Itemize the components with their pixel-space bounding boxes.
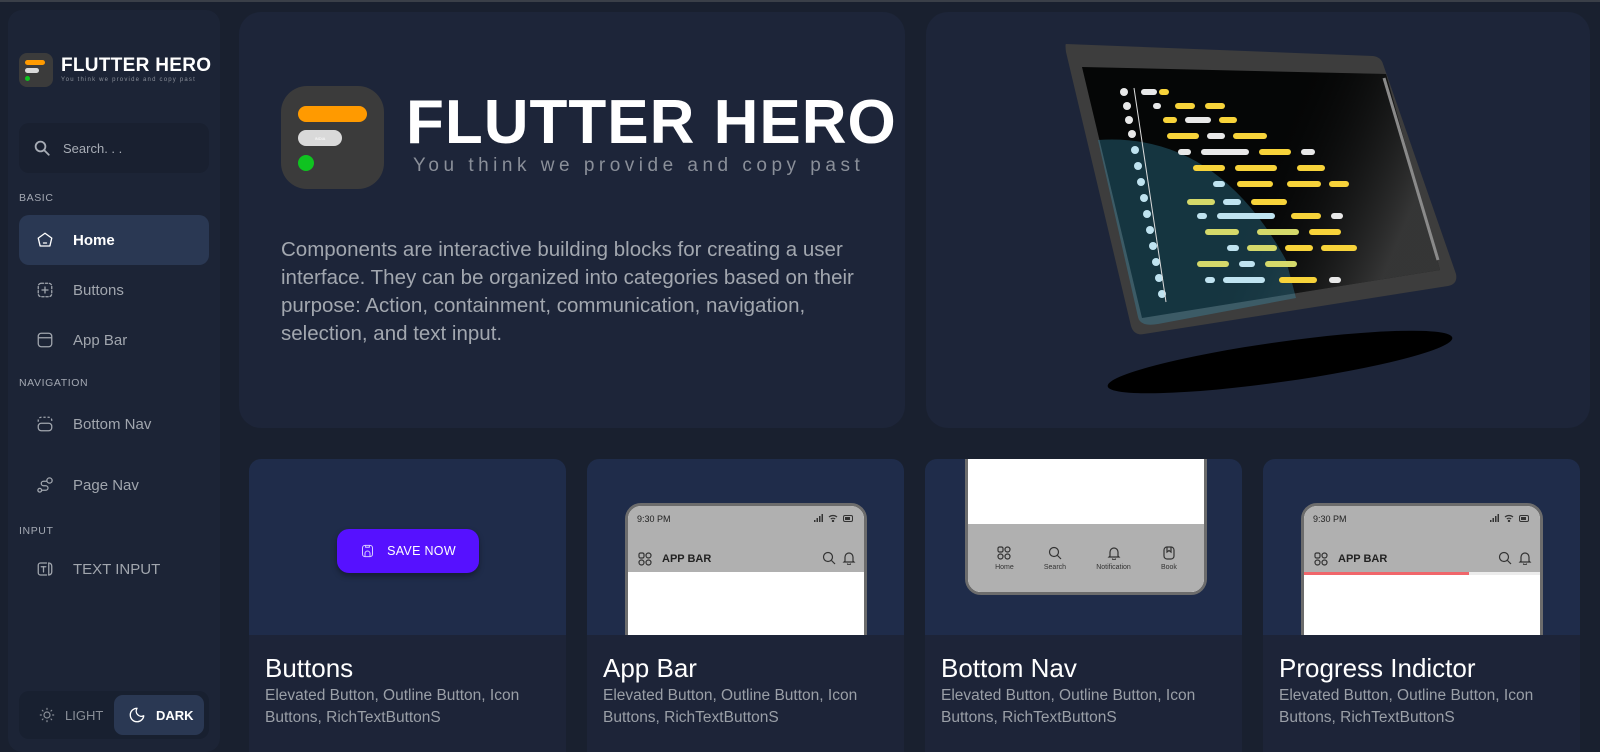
bottom-nav-item-search[interactable]: Search bbox=[1044, 546, 1066, 571]
search-icon bbox=[1048, 546, 1062, 559]
signal-icon bbox=[814, 514, 823, 522]
apps-icon bbox=[997, 545, 1012, 560]
search-icon bbox=[34, 140, 50, 156]
hero-illustration-panel bbox=[926, 12, 1590, 428]
card-title: Bottom Nav bbox=[941, 653, 1077, 683]
theme-light-button[interactable]: LIGHT bbox=[25, 695, 115, 735]
sidebar-item-app-bar[interactable]: App Bar bbox=[19, 315, 209, 365]
sidebar-item-label: Page Nav bbox=[73, 476, 139, 494]
sidebar-item-text-input[interactable]: TEXT INPUT bbox=[19, 544, 209, 594]
appbar-title: APP BAR bbox=[1338, 553, 1388, 565]
bottom-nav-label: Book bbox=[1160, 563, 1177, 571]
sidebar-item-label: Bottom Nav bbox=[73, 415, 152, 433]
save-icon bbox=[362, 544, 374, 558]
bottom-nav-item-home[interactable]: Home bbox=[995, 545, 1014, 571]
sidebar: FLUTTER HERO You think we provide and co… bbox=[8, 10, 220, 752]
apps-icon bbox=[1314, 552, 1328, 566]
section-label-basic: BASIC bbox=[19, 192, 54, 204]
brand-tagline: You think we provide and copy past bbox=[61, 77, 196, 83]
component-card-buttons[interactable]: SAVE NOW Buttons Elevated Button, Outlin… bbox=[249, 459, 566, 752]
card-description: Elevated Button, Outline Button, Icon Bu… bbox=[265, 687, 520, 726]
sidebar-item-label: TEXT INPUT bbox=[73, 560, 161, 578]
bottom-nav-label: Notification bbox=[1096, 563, 1131, 571]
progress-bar bbox=[1304, 572, 1540, 575]
window-top-border bbox=[0, 0, 1600, 2]
wifi-icon bbox=[1504, 514, 1514, 522]
card-title: App Bar bbox=[603, 653, 697, 683]
save-now-label: SAVE NOW bbox=[387, 544, 456, 558]
battery-icon bbox=[1519, 514, 1529, 522]
search-input[interactable] bbox=[63, 140, 193, 156]
app-logo bbox=[19, 53, 53, 87]
status-time: 9:30 PM bbox=[1313, 514, 1347, 524]
sidebar-item-bottom-nav[interactable]: Bottom Nav bbox=[19, 399, 209, 449]
moon-icon bbox=[129, 707, 145, 723]
phone-mockup: Home Search Notification Book bbox=[965, 459, 1207, 595]
phone-mockup: 9:30 PM APP BAR bbox=[1301, 503, 1543, 635]
component-card-progress-indicator[interactable]: 9:30 PM APP BAR Progress Indictor Elevat… bbox=[1263, 459, 1580, 752]
card-preview: 9:30 PM APP BAR bbox=[587, 459, 904, 635]
wifi-icon bbox=[828, 514, 838, 522]
bottom-nav-icon bbox=[35, 414, 55, 434]
sidebar-item-buttons[interactable]: Buttons bbox=[19, 265, 209, 315]
logo-badge: INDIA bbox=[298, 130, 342, 146]
card-preview: Home Search Notification Book bbox=[925, 459, 1242, 635]
section-label-input: INPUT bbox=[19, 525, 54, 537]
sidebar-item-label: App Bar bbox=[73, 331, 128, 349]
bottom-nav-label: Search bbox=[1043, 563, 1067, 571]
phone-mockup: 9:30 PM APP BAR bbox=[625, 503, 867, 635]
sidebar-item-page-nav[interactable]: Page Nav bbox=[19, 460, 209, 510]
brand[interactable]: FLUTTER HERO You think we provide and co… bbox=[19, 53, 211, 87]
search-icon[interactable] bbox=[822, 551, 836, 565]
bottom-nav-item-notification[interactable]: Notification bbox=[1096, 546, 1131, 571]
sidebar-item-label: Home bbox=[73, 231, 115, 249]
search-box[interactable] bbox=[19, 123, 209, 173]
section-label-navigation: NAVIGATION bbox=[19, 377, 89, 389]
bell-icon[interactable] bbox=[1518, 551, 1532, 565]
theme-toggle: LIGHT DARK bbox=[19, 691, 209, 739]
hero-panel: INDIA FLUTTER HERO You think we provide … bbox=[239, 12, 905, 428]
signal-icon bbox=[1490, 514, 1499, 522]
laptop-code-illustration bbox=[1065, 44, 1457, 394]
bell-icon[interactable] bbox=[842, 551, 856, 565]
hero-title: FLUTTER HERO bbox=[406, 88, 897, 157]
button-icon bbox=[35, 280, 55, 300]
card-title: Buttons bbox=[265, 653, 354, 683]
card-preview: SAVE NOW bbox=[249, 459, 566, 635]
card-preview: 9:30 PM APP BAR bbox=[1263, 459, 1580, 635]
card-description: Elevated Button, Outline Button, Icon Bu… bbox=[1279, 687, 1534, 726]
sidebar-item-label: Buttons bbox=[73, 281, 124, 299]
home-icon bbox=[35, 230, 55, 250]
search-icon[interactable] bbox=[1498, 551, 1512, 565]
sidebar-item-home[interactable]: Home bbox=[19, 215, 209, 265]
apps-icon bbox=[638, 552, 652, 566]
progress-bar-fill bbox=[1304, 572, 1470, 575]
card-description: Elevated Button, Outline Button, Icon Bu… bbox=[603, 687, 858, 726]
hero-tagline: You think we provide and copy past bbox=[413, 155, 865, 176]
card-title: Progress Indictor bbox=[1279, 653, 1476, 683]
bookmark-icon bbox=[1163, 545, 1175, 560]
theme-dark-button[interactable]: DARK bbox=[114, 695, 204, 735]
theme-dark-label: DARK bbox=[156, 707, 194, 723]
component-card-bottom-nav[interactable]: Home Search Notification Book Bottom Nav… bbox=[925, 459, 1242, 752]
save-now-button[interactable]: SAVE NOW bbox=[337, 529, 479, 573]
text-input-icon bbox=[35, 559, 55, 579]
bottom-nav-label: Home bbox=[995, 563, 1014, 571]
app-bar-icon bbox=[35, 330, 55, 350]
theme-light-label: LIGHT bbox=[65, 707, 104, 723]
brand-title: FLUTTER HERO bbox=[61, 55, 212, 76]
battery-icon bbox=[843, 514, 853, 522]
bell-icon bbox=[1107, 546, 1120, 560]
component-card-app-bar[interactable]: 9:30 PM APP BAR App Bar Elevated Button,… bbox=[587, 459, 904, 752]
sun-icon bbox=[39, 707, 55, 723]
route-icon bbox=[35, 475, 55, 495]
status-time: 9:30 PM bbox=[637, 514, 671, 524]
card-description: Elevated Button, Outline Button, Icon Bu… bbox=[941, 687, 1196, 726]
bottom-nav-bar: Home Search Notification Book bbox=[968, 524, 1204, 592]
bottom-nav-item-book[interactable]: Book bbox=[1160, 545, 1177, 571]
hero-description: Components are interactive building bloc… bbox=[281, 238, 854, 345]
hero-logo: INDIA bbox=[281, 86, 384, 189]
appbar-title: APP BAR bbox=[662, 553, 712, 565]
